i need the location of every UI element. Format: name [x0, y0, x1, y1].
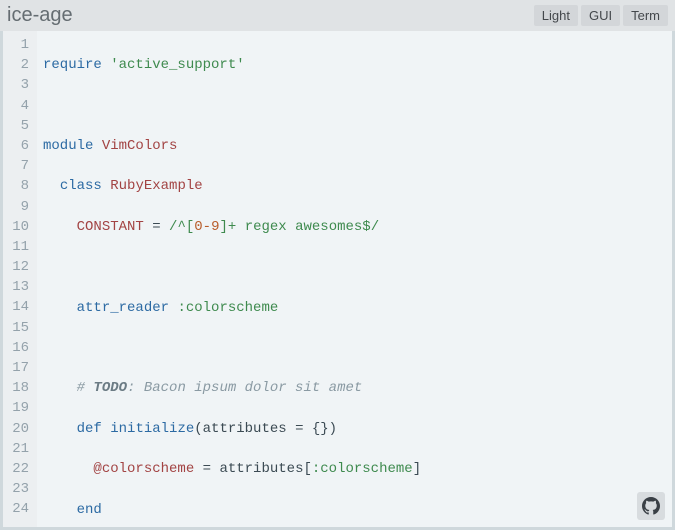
line-number: 12: [3, 257, 29, 277]
constant: CONSTANT: [77, 219, 144, 235]
line-number: 13: [3, 277, 29, 297]
term-button[interactable]: Term: [623, 5, 668, 26]
line-number: 22: [3, 459, 29, 479]
code-editor[interactable]: 123456789101112131415161718192021222324 …: [0, 31, 675, 530]
line-number: 20: [3, 419, 29, 439]
number: 0-9: [194, 219, 219, 235]
text: ]: [413, 461, 421, 477]
ivar: @colorscheme: [93, 461, 194, 477]
line-number: 1: [3, 35, 29, 55]
string: 'active_support': [110, 57, 244, 73]
line-number: 18: [3, 378, 29, 398]
header-buttons: Light GUI Term: [534, 5, 668, 26]
line-number: 2: [3, 55, 29, 75]
symbol: :colorscheme: [312, 461, 413, 477]
keyword: module: [43, 138, 93, 154]
line-number: 3: [3, 75, 29, 95]
line-number: 9: [3, 197, 29, 217]
line-number: 19: [3, 398, 29, 418]
line-number: 10: [3, 217, 29, 237]
line-number: 24: [3, 499, 29, 519]
op: =: [152, 219, 160, 235]
symbol: :colorscheme: [177, 300, 278, 316]
line-number: 5: [3, 116, 29, 136]
line-number: 16: [3, 338, 29, 358]
keyword: class: [60, 178, 102, 194]
gui-button[interactable]: GUI: [581, 5, 620, 26]
method-name: initialize: [110, 421, 194, 437]
keyword: attr_reader: [77, 300, 169, 316]
regex: ]+ regex awesomes$/: [219, 219, 379, 235]
regex: /^[: [169, 219, 194, 235]
line-number: 23: [3, 479, 29, 499]
line-number: 8: [3, 176, 29, 196]
github-link[interactable]: [637, 492, 665, 520]
line-number: 4: [3, 96, 29, 116]
keyword: require: [43, 57, 102, 73]
line-number: 17: [3, 358, 29, 378]
todo: TODO: [93, 380, 127, 396]
light-button[interactable]: Light: [534, 5, 578, 26]
keyword: end: [77, 502, 102, 518]
github-icon: [642, 497, 660, 515]
class-name: RubyExample: [110, 178, 202, 194]
line-number: 11: [3, 237, 29, 257]
comment: : Bacon ipsum dolor sit amet: [127, 380, 362, 396]
header-bar: ice-age Light GUI Term: [0, 0, 675, 31]
line-number: 15: [3, 318, 29, 338]
class-name: VimColors: [102, 138, 178, 154]
scheme-title: ice-age: [7, 4, 534, 27]
line-number: 14: [3, 297, 29, 317]
code-area: require 'active_support' module VimColor…: [37, 31, 672, 527]
comment: #: [77, 380, 94, 396]
line-number: 21: [3, 439, 29, 459]
text: = attributes[: [194, 461, 312, 477]
line-gutter: 123456789101112131415161718192021222324: [3, 31, 37, 527]
keyword: def: [77, 421, 102, 437]
params: (attributes = {}): [194, 421, 337, 437]
line-number: 6: [3, 136, 29, 156]
line-number: 7: [3, 156, 29, 176]
